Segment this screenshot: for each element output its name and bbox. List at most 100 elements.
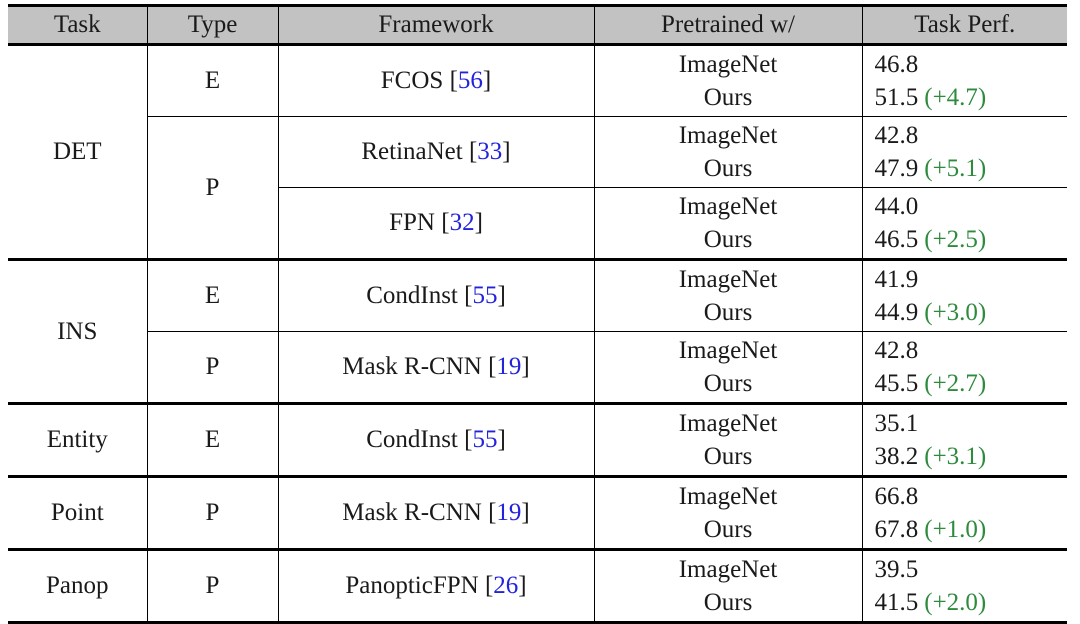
pretrain-baseline-label: ImageNet (678, 51, 778, 78)
citation-link[interactable]: 33 (477, 138, 502, 165)
cell-task: Point (8, 475, 148, 550)
framework-name: PanopticFPN (345, 572, 479, 599)
column-header-task: Task (8, 4, 148, 46)
table-sheet: Task Type Framework Pretrained w/ Task P… (0, 0, 1080, 624)
pretrain-ours-label: Ours (703, 589, 753, 616)
cell-framework: FPN [32] (277, 187, 595, 260)
cell-task-perf: 35.1 38.2 (+3.1) (861, 402, 1067, 477)
perf-ours-line: 67.8 (+1.0) (875, 513, 1062, 546)
perf-ours-line: 47.9 (+5.1) (875, 152, 1062, 185)
perf-ours-line: 41.5 (+2.0) (875, 586, 1062, 619)
citation-link[interactable]: 26 (493, 572, 518, 599)
pretrain-baseline-label: ImageNet (678, 410, 778, 437)
cell-type: E (146, 258, 279, 332)
perf-baseline-value: 35.1 (874, 410, 919, 437)
pretrain-baseline-label: ImageNet (678, 337, 778, 364)
citation-bracket-close: ] (518, 572, 527, 599)
citation-bracket-close: ] (474, 209, 483, 236)
pretrain-ours-label: Ours (703, 370, 753, 397)
cell-type: P (146, 331, 279, 404)
cell-task-perf: 46.8 51.5 (+4.7) (861, 43, 1067, 117)
citation-link[interactable]: 55 (472, 282, 497, 309)
pretrain-ours-label: Ours (703, 299, 753, 326)
pretrain-baseline-label: ImageNet (678, 483, 778, 510)
cell-framework: CondInst [55] (277, 402, 595, 477)
perf-baseline-value: 42.8 (874, 122, 919, 149)
pretrain-ours-label: Ours (703, 226, 753, 253)
perf-ours-value: 51.5 (874, 84, 919, 111)
pretrain-baseline-label: ImageNet (678, 193, 778, 220)
citation-bracket-close: ] (521, 353, 530, 380)
table-row: P RetinaNet [33] ImageNet Ours 42.8 47.9 (+5.1… (8, 116, 1067, 260)
table-row: INS E CondInst [55] ImageNet Ours 41.9 44.9 (+3… (8, 258, 1067, 404)
table-header: Task Type Framework Pretrained w/ Task P… (8, 4, 1067, 46)
perf-gain-value: (+5.1) (924, 155, 987, 182)
header-row: Task Type Framework Pretrained w/ Task P… (8, 4, 1067, 46)
framework-label: Mask R-CNN [19] (342, 499, 530, 526)
cell-type: P (146, 475, 279, 550)
cell-task: Panop (8, 548, 148, 624)
framework-label: CondInst [55] (366, 426, 506, 453)
perf-gain-value: (+1.0) (924, 516, 987, 543)
column-header-framework: Framework (277, 4, 595, 46)
column-header-task-perf: Task Perf. (861, 4, 1067, 46)
citation-bracket-open: [ (441, 209, 450, 236)
framework-label: RetinaNet [33] (361, 138, 510, 165)
citation-link[interactable]: 19 (496, 353, 521, 380)
cell-pretrained: ImageNet Ours (593, 116, 863, 188)
framework-name: CondInst (366, 282, 458, 309)
framework-name: Mask R-CNN (342, 499, 482, 526)
perf-gain-value: (+3.1) (924, 443, 987, 470)
cell-type: E (146, 402, 279, 477)
citation-bracket-close: ] (482, 67, 492, 94)
cell-task-perf: 44.0 46.5 (+2.5) (861, 187, 1067, 260)
framework-label: FCOS [56] (381, 67, 491, 94)
cell-task: Entity (8, 402, 148, 477)
pretrain-baseline-label: ImageNet (678, 556, 778, 583)
cell-task-perf: 42.8 45.5 (+2.7) (861, 331, 1067, 404)
citation-link[interactable]: 55 (472, 426, 497, 453)
perf-baseline-value: 39.5 (874, 556, 919, 583)
cell-pretrained: ImageNet Ours (593, 402, 863, 477)
perf-ours-value: 67.8 (874, 516, 919, 543)
perf-gain-value: (+2.7) (924, 370, 987, 397)
cell-type: P (146, 548, 279, 624)
column-header-type: Type (146, 4, 279, 46)
framework-name: FPN (389, 209, 435, 236)
cell-pretrained: ImageNet Ours (593, 331, 863, 404)
perf-ours-value: 41.5 (874, 589, 919, 616)
pretrain-ours-label: Ours (703, 155, 753, 182)
perf-gain-value: (+2.5) (924, 226, 987, 253)
perf-ours-line: 38.2 (+3.1) (875, 440, 1062, 473)
framework-name: RetinaNet (361, 138, 463, 165)
perf-ours-line: 44.9 (+3.0) (875, 296, 1062, 329)
cell-pretrained: ImageNet Ours (593, 187, 863, 260)
perf-ours-value: 46.5 (874, 226, 919, 253)
perf-baseline-value: 42.8 (874, 337, 919, 364)
citation-link[interactable]: 32 (450, 209, 475, 236)
cell-pretrained: ImageNet Ours (593, 475, 863, 550)
cell-type: P (146, 116, 279, 260)
perf-baseline-value: 41.9 (874, 266, 919, 293)
framework-name: FCOS (380, 67, 444, 94)
cell-framework: RetinaNet [33] (277, 116, 595, 188)
perf-ours-line: 45.5 (+2.7) (875, 367, 1062, 400)
citation-bracket-close: ] (497, 426, 506, 453)
citation-link[interactable]: 56 (458, 67, 483, 94)
cell-task: INS (8, 258, 148, 404)
framework-name: CondInst (366, 426, 458, 453)
framework-label: CondInst [55] (366, 282, 506, 309)
pretrain-ours-label: Ours (703, 516, 753, 543)
citation-bracket-close: ] (521, 499, 530, 526)
citation-bracket-close: ] (497, 282, 506, 309)
table-row: P Mask R-CNN [19] ImageNet Ours 42.8 45.5 (+2.… (8, 331, 1067, 404)
pretrain-baseline-label: ImageNet (678, 122, 778, 149)
results-table: Task Type Framework Pretrained w/ Task P… (8, 4, 1067, 624)
perf-ours-line: 46.5 (+2.5) (875, 223, 1062, 256)
citation-link[interactable]: 19 (496, 499, 521, 526)
citation-bracket-close: ] (502, 138, 511, 165)
cell-framework: PanopticFPN [26] (277, 548, 595, 624)
cell-task-perf: 41.9 44.9 (+3.0) (861, 258, 1067, 332)
cell-task-perf: 42.8 47.9 (+5.1) (861, 116, 1067, 188)
perf-baseline-value: 66.8 (874, 483, 919, 510)
